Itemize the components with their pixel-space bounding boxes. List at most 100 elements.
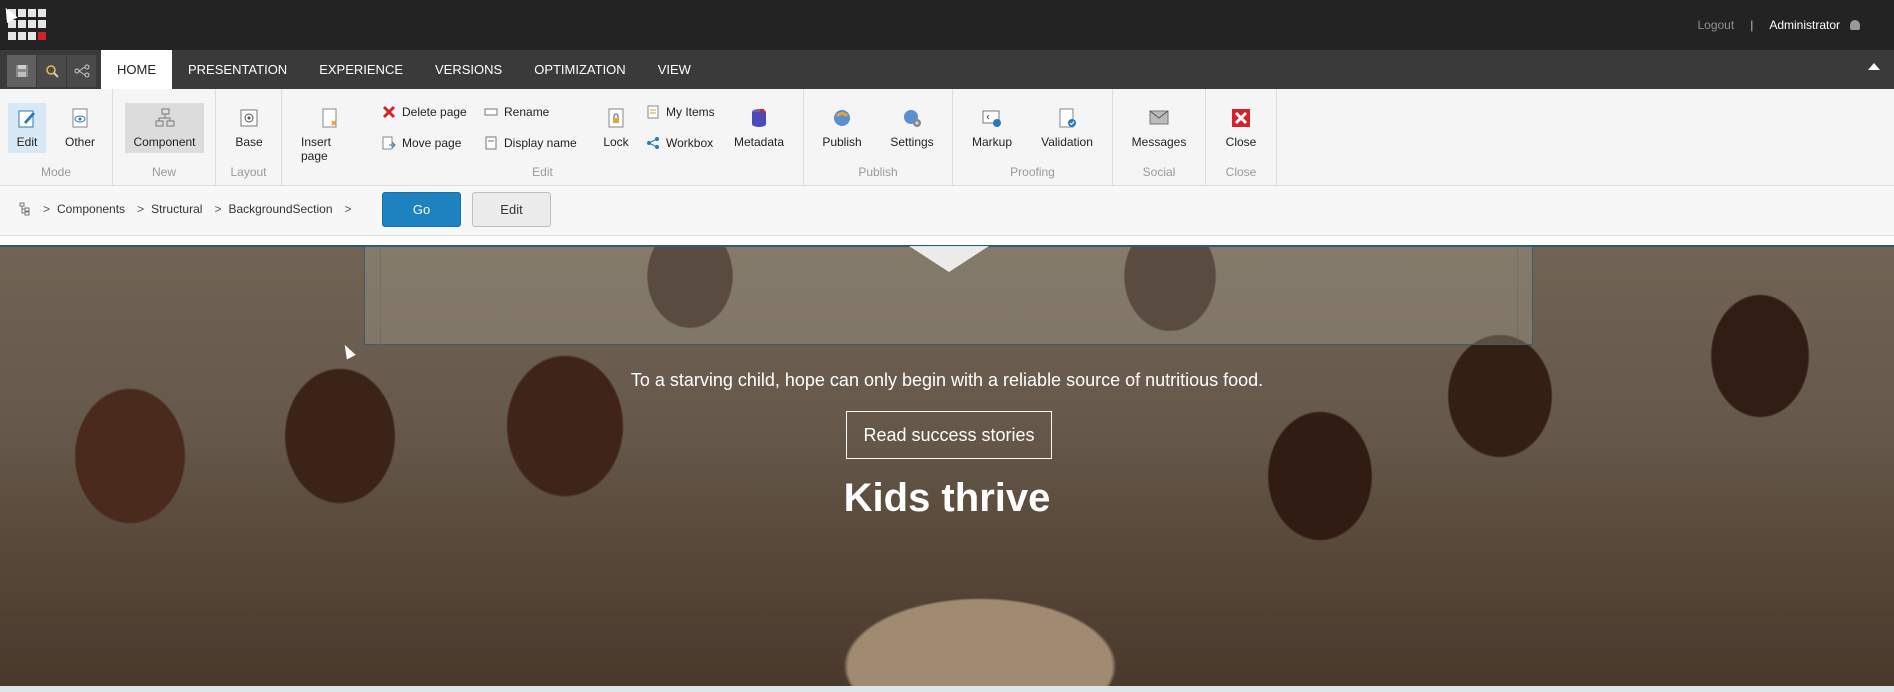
- layout-icon: [240, 109, 258, 127]
- tab-experience[interactable]: EXPERIENCE: [303, 50, 419, 89]
- messages-icon: [1149, 110, 1169, 125]
- navigate-icon[interactable]: [67, 55, 97, 87]
- component-label: Component: [133, 135, 196, 149]
- tab-presentation[interactable]: PRESENTATION: [172, 50, 303, 89]
- workbox-label: Workbox: [666, 136, 714, 150]
- group-publish: Publish Settings Publish: [804, 89, 953, 185]
- validation-icon: [1059, 108, 1076, 128]
- validation-label: Validation: [1041, 135, 1093, 149]
- insert-page-button[interactable]: Insert page: [297, 103, 363, 167]
- user-icon[interactable]: [1850, 20, 1860, 30]
- lock-icon: [608, 108, 624, 128]
- chevron-right-icon[interactable]: >: [345, 202, 352, 216]
- component-icon: [155, 108, 174, 127]
- delete-page-button[interactable]: Delete page: [382, 105, 467, 119]
- tab-view[interactable]: VIEW: [642, 50, 707, 89]
- metadata-button[interactable]: Metadata: [729, 103, 789, 153]
- go-button[interactable]: Go: [382, 192, 461, 227]
- insert-page-label: Insert page: [301, 135, 332, 163]
- logout-link[interactable]: Logout: [1697, 18, 1734, 32]
- tab-optimization[interactable]: OPTIMIZATION: [518, 50, 641, 89]
- ribbon: Edit Other Mode Component New Base Layou…: [0, 89, 1894, 186]
- workbox-button[interactable]: Workbox: [646, 136, 713, 150]
- markup-button[interactable]: Markup: [967, 103, 1017, 153]
- markup-label: Markup: [971, 135, 1012, 149]
- publish-settings-button[interactable]: Settings: [884, 103, 940, 153]
- display-name-icon: [485, 136, 497, 150]
- display-name-button[interactable]: Display name: [484, 136, 577, 150]
- markup-icon: [982, 110, 1001, 127]
- metadata-icon: [752, 109, 766, 127]
- component-button[interactable]: Component: [125, 103, 204, 153]
- lock-label: Lock: [603, 135, 629, 149]
- edit-label: Edit: [16, 135, 38, 149]
- delete-icon: [382, 105, 396, 119]
- messages-button[interactable]: Messages: [1128, 103, 1190, 153]
- group-edit: Insert page Delete page Move page Rename…: [282, 89, 804, 185]
- breadcrumb-item-structural[interactable]: Structural: [151, 202, 202, 216]
- group-close: Close Close: [1206, 89, 1277, 185]
- close-icon: [1232, 109, 1250, 127]
- validation-button[interactable]: Validation: [1035, 103, 1099, 153]
- move-page-button[interactable]: Move page: [382, 136, 461, 150]
- group-layout: Base Layout: [216, 89, 282, 185]
- lock-button[interactable]: Lock: [596, 103, 636, 153]
- delete-page-label: Delete page: [402, 105, 467, 119]
- insert-page-icon: [322, 108, 337, 128]
- top-bar: Logout | Administrator: [0, 0, 1894, 50]
- tree-icon[interactable]: [19, 202, 31, 216]
- group-label-new: New: [151, 165, 176, 179]
- hero-headline: Kids thrive: [843, 476, 1051, 520]
- chevron-right-icon: >: [43, 202, 51, 216]
- move-page-icon: [382, 136, 396, 150]
- close-button[interactable]: Close: [1220, 103, 1262, 153]
- read-success-stories-button[interactable]: Read success stories: [846, 411, 1052, 459]
- other-label: Other: [64, 135, 95, 149]
- messages-label: Messages: [1131, 135, 1187, 149]
- group-social: Messages Social: [1113, 89, 1206, 185]
- edit-icon: [18, 110, 35, 128]
- breadcrumb-item-backgroundsection[interactable]: BackgroundSection: [228, 202, 332, 216]
- group-label-social: Social: [1142, 165, 1176, 179]
- placeholder-notch-icon: [909, 246, 989, 272]
- hero-tagline: To a starving child, hope can only begin…: [630, 370, 1264, 390]
- my-items-button[interactable]: My Items: [646, 105, 715, 119]
- tab-versions[interactable]: VERSIONS: [419, 50, 518, 89]
- publish-settings-icon: [904, 110, 921, 127]
- group-label-publish: Publish: [858, 165, 898, 179]
- group-new: Component New: [113, 89, 216, 185]
- collapse-ribbon-icon[interactable]: [1868, 63, 1880, 70]
- my-items-icon: [647, 105, 659, 119]
- bottom-edge: [0, 686, 1894, 692]
- base-button[interactable]: Base: [229, 103, 269, 153]
- breadcrumb-item-components[interactable]: Components: [57, 202, 125, 216]
- publish-icon: [834, 110, 850, 126]
- base-label: Base: [235, 135, 263, 149]
- close-label: Close: [1225, 135, 1257, 149]
- tab-home[interactable]: HOME: [101, 50, 172, 90]
- display-name-label: Display name: [504, 136, 577, 150]
- move-page-label: Move page: [402, 136, 462, 150]
- search-icon[interactable]: [37, 55, 67, 87]
- separator: |: [1750, 18, 1754, 32]
- my-items-label: My Items: [666, 105, 715, 119]
- group-label-mode: Mode: [40, 165, 72, 179]
- workbox-icon: [647, 137, 659, 149]
- chevron-right-icon: >: [214, 202, 222, 216]
- rename-button[interactable]: Rename: [484, 105, 549, 119]
- rename-label: Rename: [504, 105, 550, 119]
- rename-icon: [484, 108, 498, 116]
- breadcrumb: > Components > Structural > BackgroundSe…: [19, 202, 359, 216]
- other-mode-button[interactable]: Other: [60, 103, 100, 153]
- group-mode: Edit Other Mode: [0, 89, 113, 185]
- edit-mode-button[interactable]: Edit: [8, 103, 46, 153]
- metadata-label: Metadata: [733, 135, 785, 149]
- user-name[interactable]: Administrator: [1769, 18, 1840, 32]
- publish-button[interactable]: Publish: [818, 103, 866, 153]
- group-label-layout: Layout: [230, 165, 267, 179]
- save-icon[interactable]: [7, 55, 37, 87]
- group-proofing: Markup Validation Proofing: [953, 89, 1113, 185]
- ribbon-tabs: HOME PRESENTATION EXPERIENCE VERSIONS OP…: [101, 50, 707, 90]
- breadcrumb-edit-button[interactable]: Edit: [472, 192, 551, 227]
- group-label-edit: Edit: [532, 165, 553, 179]
